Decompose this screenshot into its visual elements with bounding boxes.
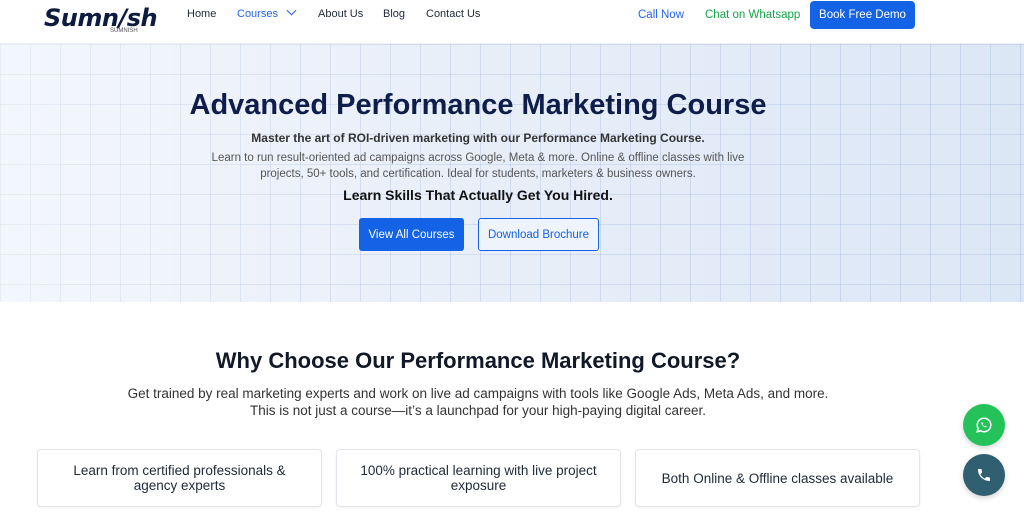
whatsapp-chat-link[interactable]: Chat on Whatsapp — [705, 9, 800, 21]
feature-card: Learn from certified professionals & age… — [37, 449, 322, 507]
logo-text: Sumn/sh — [44, 4, 158, 32]
feature-card-text: Both Online & Offline classes available — [661, 470, 894, 486]
nav-blog[interactable]: Blog — [383, 8, 405, 22]
why-section-title: Why Choose Our Performance Marketing Cou… — [215, 348, 741, 373]
chevron-down-icon — [286, 5, 297, 16]
download-brochure-button[interactable]: Download Brochure — [478, 218, 599, 251]
hero-subtitle: Master the art of ROI-driven marketing w… — [251, 131, 705, 145]
feature-card-text: 100% practical learning with live projec… — [360, 463, 597, 493]
site-header: Sumn/sh SUMNISH Home Courses About Us Bl… — [0, 0, 1024, 44]
nav-home[interactable]: Home — [187, 8, 216, 22]
why-description-line1: Get trained by real marketing experts an… — [127, 386, 829, 401]
book-demo-button[interactable]: Book Free Demo — [810, 1, 915, 29]
hero-title: Advanced Performance Marketing Course — [189, 89, 767, 121]
view-all-courses-button[interactable]: View All Courses — [359, 218, 464, 251]
nav-courses-label: Courses — [237, 8, 278, 20]
why-section-description: Get trained by real marketing experts an… — [110, 385, 846, 419]
call-float-button[interactable] — [963, 454, 1005, 496]
feature-card: Both Online & Offline classes available — [635, 449, 920, 507]
nav-contact[interactable]: Contact Us — [426, 8, 480, 22]
why-description-line2: This is not just a course—it’s a launchp… — [250, 403, 706, 418]
feature-card: 100% practical learning with live projec… — [336, 449, 621, 507]
nav-about[interactable]: About Us — [318, 8, 363, 22]
whatsapp-float-button[interactable] — [963, 404, 1005, 446]
logo-subtext: SUMNISH — [110, 28, 138, 34]
phone-icon — [978, 469, 990, 481]
nav-courses[interactable]: Courses — [237, 5, 297, 22]
hero-description: Learn to run result-oriented ad campaign… — [211, 152, 745, 180]
whatsapp-icon — [976, 417, 992, 433]
call-now-link[interactable]: Call Now — [638, 9, 684, 21]
feature-card-text: Learn from certified professionals & age… — [73, 463, 286, 493]
hero-tagline: Learn Skills That Actually Get You Hired… — [343, 187, 613, 203]
brand-logo[interactable]: Sumn/sh SUMNISH — [40, 0, 158, 40]
